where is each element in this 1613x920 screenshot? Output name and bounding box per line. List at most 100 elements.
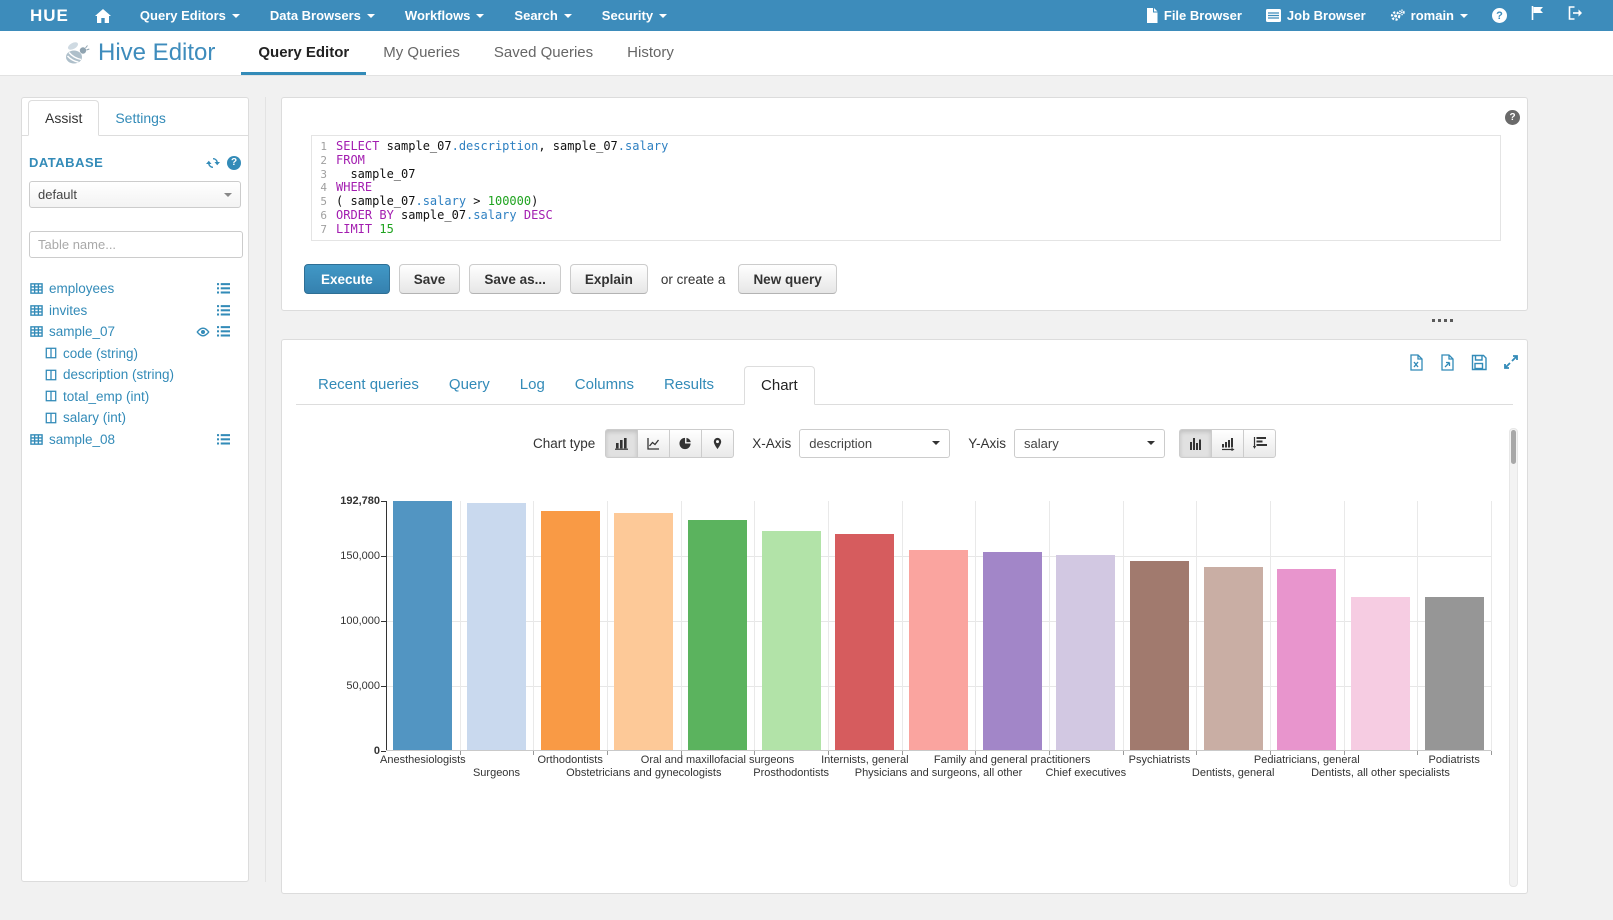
tab-query-editor[interactable]: Query Editor <box>241 31 366 75</box>
table-menu-icon[interactable] <box>217 304 230 317</box>
file-browser-link[interactable]: File Browser <box>1146 8 1242 23</box>
database-select[interactable]: default <box>29 181 241 208</box>
chart-bar-dentists-all-other-specialists[interactable] <box>1351 597 1410 751</box>
chart-bar-psychiatrists[interactable] <box>1130 561 1189 751</box>
tab-my-queries[interactable]: My Queries <box>366 31 477 75</box>
menu-security[interactable]: Security <box>587 8 682 23</box>
home-icon[interactable] <box>95 9 111 23</box>
chart-bar-prosthodontists[interactable] <box>762 531 821 751</box>
code-token: .salary <box>618 140 669 154</box>
save-button[interactable]: Save <box>399 264 461 294</box>
user-menu[interactable]: romain <box>1390 8 1468 23</box>
table-item-employees[interactable]: employees <box>22 278 248 300</box>
column-item-description[interactable]: description (string) <box>22 364 248 386</box>
table-menu-icon[interactable] <box>217 282 230 295</box>
chevron-down-icon <box>232 14 240 22</box>
chart-bar-podiatrists[interactable] <box>1425 597 1484 751</box>
editor-actions: Execute Save Save as... Explain or creat… <box>304 264 837 294</box>
y-axis-label: Y-Axis <box>968 436 1006 451</box>
code-token: ( sample_07 <box>336 195 415 209</box>
y-axis-select[interactable]: salary <box>1014 429 1165 458</box>
refresh-icon[interactable] <box>206 156 220 170</box>
x-axis-line <box>386 750 1491 751</box>
menu-query-editors[interactable]: Query Editors <box>125 8 255 23</box>
chart-controls: Chart type X-Axis description Y-Axis sal… <box>282 426 1527 460</box>
file-browser-label: File Browser <box>1164 8 1242 23</box>
results-scrollbar[interactable] <box>1509 428 1518 887</box>
column-icon <box>45 412 57 424</box>
panel-resize-handle[interactable] <box>1432 319 1453 322</box>
hue-logo[interactable]: HUE <box>30 6 69 26</box>
scrollbar-thumb[interactable] <box>1511 430 1516 464</box>
assist-tab-settings[interactable]: Settings <box>99 101 182 135</box>
code-line: 3 sample_07 <box>312 168 1500 182</box>
sql-code-editor[interactable]: 1SELECT sample_07.description, sample_07… <box>311 135 1501 241</box>
x-axis-label: Internists, general <box>821 754 908 766</box>
map-chart-type-button[interactable] <box>701 429 734 458</box>
chart-bar-dentists-general[interactable] <box>1204 567 1263 751</box>
chart-bar-internists-general[interactable] <box>835 534 894 751</box>
results-tab-results[interactable]: Results <box>664 366 714 404</box>
x-axis-select[interactable]: description <box>799 429 950 458</box>
column-icon <box>45 390 57 402</box>
results-tab-query[interactable]: Query <box>449 366 490 404</box>
chart-bar-chief-executives[interactable] <box>1056 555 1115 751</box>
code-line: 5( sample_07.salary > 100000) <box>312 195 1500 209</box>
column-item-total-emp[interactable]: total_emp (int) <box>22 386 248 408</box>
sorted-bars-button[interactable] <box>1211 429 1244 458</box>
tab-saved-queries[interactable]: Saved Queries <box>477 31 610 75</box>
table-menu-icon[interactable] <box>217 325 230 338</box>
save-as-button[interactable]: Save as... <box>469 264 561 294</box>
preview-eye-icon[interactable] <box>196 325 210 339</box>
execute-button[interactable]: Execute <box>304 264 390 294</box>
line-number: 1 <box>312 140 336 154</box>
table-item-sample-08[interactable]: sample_08 <box>22 429 248 451</box>
y-axis-tick-label: 150,000 <box>340 550 380 562</box>
database-help-icon[interactable] <box>227 156 241 170</box>
results-tab-columns[interactable]: Columns <box>575 366 634 404</box>
column-item-salary[interactable]: salary (int) <box>22 407 248 429</box>
new-query-button[interactable]: New query <box>738 264 836 294</box>
chevron-down-icon <box>367 14 375 22</box>
results-tab-recent-queries[interactable]: Recent queries <box>318 366 419 404</box>
table-item-sample-07[interactable]: sample_07 <box>22 321 248 343</box>
job-browser-label: Job Browser <box>1287 8 1366 23</box>
chart-bar-anesthesiologists[interactable] <box>393 501 452 751</box>
results-tab-chart[interactable]: Chart <box>744 366 815 405</box>
y-axis-tick-label: 100,000 <box>340 615 380 627</box>
menu-workflows[interactable]: Workflows <box>390 8 500 23</box>
results-tab-log[interactable]: Log <box>520 366 545 404</box>
table-item-invites[interactable]: invites <box>22 300 248 322</box>
column-item-code[interactable]: code (string) <box>22 343 248 365</box>
chart-bar-pediatricians-general[interactable] <box>1277 569 1336 751</box>
grouped-bars-button[interactable] <box>1179 429 1212 458</box>
table-menu-icon[interactable] <box>217 433 230 446</box>
editor-help-icon[interactable] <box>1505 110 1520 125</box>
chart-bar-surgeons[interactable] <box>467 503 526 751</box>
feedback-flag-icon[interactable] <box>1531 6 1544 25</box>
sign-out-icon[interactable] <box>1568 6 1583 25</box>
assist-tab-assist[interactable]: Assist <box>28 100 99 136</box>
help-icon[interactable] <box>1492 8 1507 23</box>
bar-chart-type-button[interactable] <box>605 429 638 458</box>
table-filter-input[interactable] <box>29 231 243 258</box>
menu-search[interactable]: Search <box>499 8 586 23</box>
chart-bar-obstetricians-and-gynecologists[interactable] <box>614 513 673 751</box>
panel-resizer[interactable] <box>265 97 266 882</box>
line-chart-type-button[interactable] <box>637 429 670 458</box>
horizontal-bars-button[interactable] <box>1243 429 1276 458</box>
explain-button[interactable]: Explain <box>570 264 648 294</box>
chart-bar-physicians-and-surgeons-all-other[interactable] <box>909 550 968 751</box>
chart-bar-family-and-general-practitioners[interactable] <box>983 552 1042 751</box>
table-row-icons <box>217 282 230 295</box>
code-line: 6ORDER BY sample_07.salary DESC <box>312 209 1500 223</box>
column-name: description (string) <box>63 367 174 382</box>
v-gridline <box>1417 501 1418 751</box>
chart-bar-orthodontists[interactable] <box>541 511 600 751</box>
job-browser-link[interactable]: Job Browser <box>1266 8 1366 23</box>
tab-history[interactable]: History <box>610 31 691 75</box>
chart-bar-oral-and-maxillofacial-surgeons[interactable] <box>688 520 747 751</box>
code-token: DESC <box>517 209 553 223</box>
menu-data-browsers[interactable]: Data Browsers <box>255 8 390 23</box>
pie-chart-type-button[interactable] <box>669 429 702 458</box>
